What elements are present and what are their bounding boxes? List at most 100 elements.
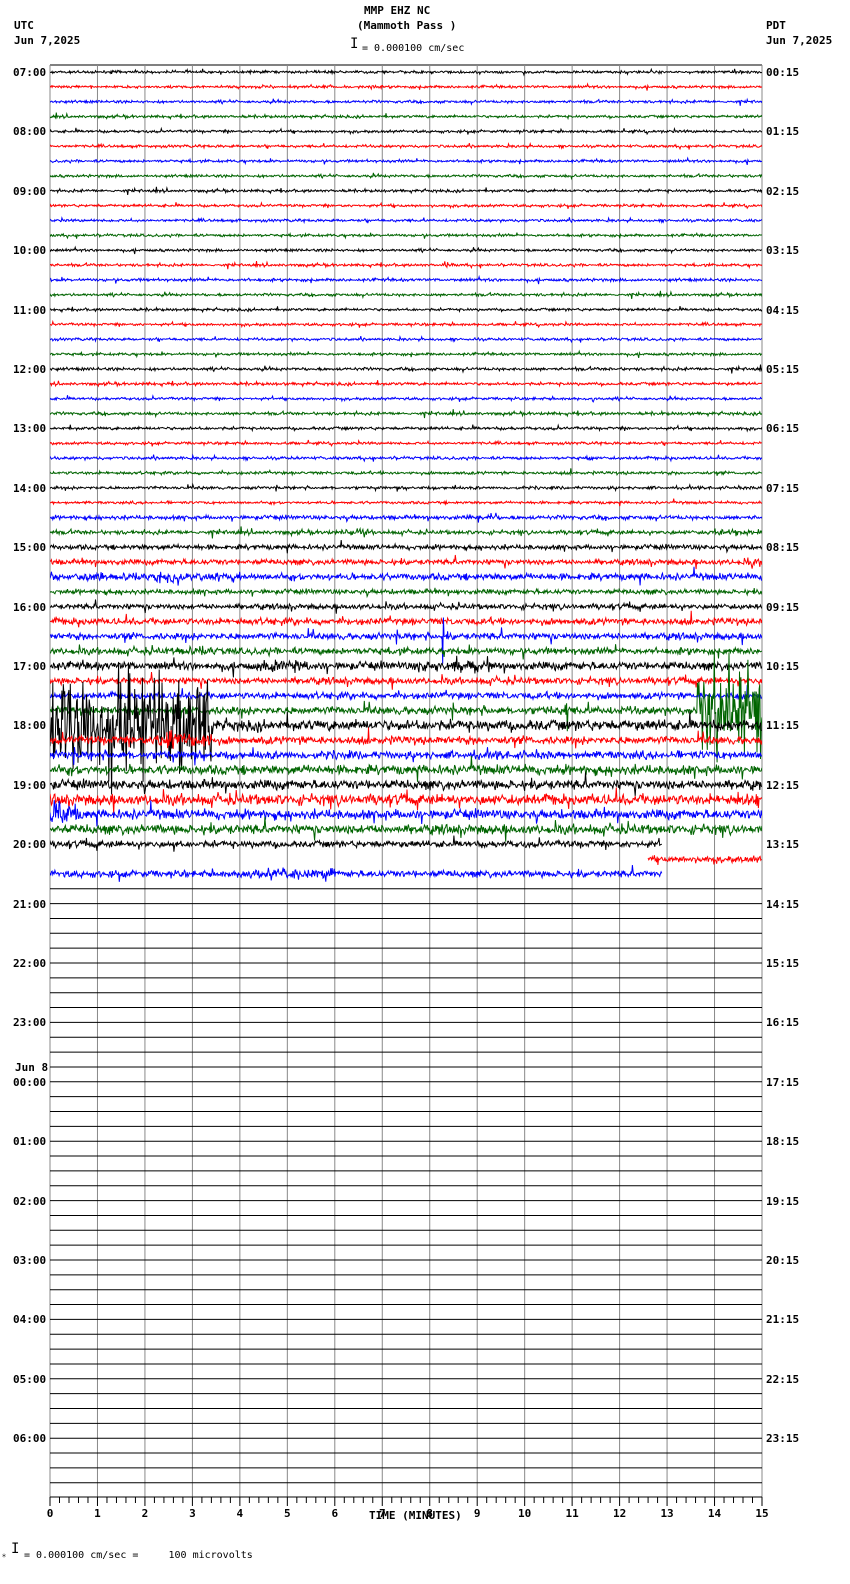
seismic-trace bbox=[50, 97, 762, 106]
utc-hour-label: 14:00 bbox=[13, 481, 47, 495]
x-tick-label: 6 bbox=[331, 1507, 338, 1520]
x-tick-label: 11 bbox=[566, 1507, 580, 1520]
seismic-trace bbox=[50, 644, 762, 660]
pdt-hour-label: 12:15 bbox=[766, 778, 800, 792]
seismic-trace bbox=[50, 231, 762, 240]
seismic-trace bbox=[50, 512, 762, 523]
seismic-trace bbox=[50, 438, 762, 447]
pdt-hour-label: 04:15 bbox=[766, 303, 800, 317]
x-tick-label: 9 bbox=[474, 1507, 481, 1520]
seismic-trace bbox=[50, 274, 762, 285]
utc-hour-label: 16:00 bbox=[13, 600, 47, 614]
seismic-trace bbox=[50, 423, 762, 433]
pdt-hour-label: 08:15 bbox=[766, 541, 800, 555]
seismic-trace bbox=[50, 526, 762, 539]
seismic-trace bbox=[50, 409, 762, 419]
utc-hour-label: 21:00 bbox=[13, 897, 47, 911]
seismic-trace bbox=[50, 394, 762, 403]
seismic-trace bbox=[50, 787, 762, 814]
pdt-hour-label: 06:15 bbox=[766, 422, 800, 436]
seismic-trace bbox=[50, 290, 762, 300]
seismic-trace bbox=[50, 599, 762, 614]
pdt-hour-label: 10:15 bbox=[766, 660, 800, 673]
utc-hour-label: 12:00 bbox=[13, 363, 47, 376]
x-tick-label: 13 bbox=[660, 1507, 673, 1520]
x-axis-label: TIME (MINUTES) bbox=[369, 1509, 462, 1522]
seismic-trace bbox=[50, 539, 762, 554]
utc-hour-label: 15:00 bbox=[13, 541, 47, 555]
utc-hour-label: 10:00 bbox=[13, 244, 47, 258]
seismic-trace bbox=[50, 186, 762, 195]
x-tick-label: 14 bbox=[708, 1507, 722, 1520]
footer-scale-icon: ⁎ bbox=[2, 1550, 6, 1559]
seismic-trace bbox=[50, 67, 762, 77]
seismic-trace bbox=[50, 587, 762, 599]
seismic-trace bbox=[50, 172, 762, 181]
pdt-hour-label: 03:15 bbox=[766, 244, 800, 258]
x-tick-label: 15 bbox=[755, 1507, 768, 1520]
footer-scale-bar-icon: I bbox=[11, 1541, 20, 1557]
seismic-trace bbox=[50, 835, 663, 852]
seismic-trace bbox=[50, 671, 762, 690]
pdt-hour-label: 07:15 bbox=[766, 481, 800, 495]
date-change-label: Jun 8 bbox=[15, 1060, 49, 1074]
utc-hour-label: 09:00 bbox=[13, 184, 47, 198]
utc-hour-label: 02:00 bbox=[13, 1194, 47, 1208]
helicorder-plot: 0 1 2 3 4 5 6 7 8 9 10 11 12 13 14 15 bbox=[47, 64, 769, 1520]
x-tick-label: 3 bbox=[189, 1507, 196, 1520]
utc-hour-label: 05:00 bbox=[13, 1372, 47, 1386]
pdt-hour-label: 01:15 bbox=[766, 125, 800, 139]
seismic-trace bbox=[50, 610, 762, 628]
seismic-trace bbox=[50, 379, 762, 388]
pdt-hour-label: 21:15 bbox=[766, 1313, 800, 1327]
pdt-hour-label: 16:15 bbox=[766, 1016, 800, 1030]
footer-scale-text: = 0.000100 cm/sec = 100 microvolts bbox=[24, 1550, 253, 1561]
x-tick-label: 12 bbox=[613, 1507, 626, 1520]
seismic-trace bbox=[50, 82, 762, 91]
pdt-hour-label: 02:15 bbox=[766, 184, 800, 198]
utc-hour-label: 19:00 bbox=[13, 778, 47, 792]
pdt-hour-label: 14:15 bbox=[766, 897, 800, 911]
pdt-hour-label: 09:15 bbox=[766, 600, 800, 614]
seismic-trace bbox=[50, 566, 762, 586]
seismic-trace bbox=[50, 364, 762, 374]
pdt-hour-label: 23:15 bbox=[766, 1432, 800, 1446]
seismic-trace bbox=[50, 319, 762, 329]
seismic-trace bbox=[50, 216, 762, 225]
utc-hour-label: 18:00 bbox=[13, 719, 47, 733]
seismic-trace bbox=[50, 349, 762, 359]
x-tick-label: 5 bbox=[284, 1507, 291, 1520]
seismic-trace bbox=[50, 453, 762, 463]
pdt-hour-label: 00:15 bbox=[766, 66, 800, 79]
x-tick-label: 4 bbox=[237, 1507, 244, 1520]
pdt-hour-label: 18:15 bbox=[766, 1135, 800, 1149]
seismic-trace bbox=[647, 854, 762, 866]
pdt-hour-label: 20:15 bbox=[766, 1254, 800, 1267]
utc-hour-label: 17:00 bbox=[13, 660, 47, 673]
seismic-trace bbox=[50, 245, 762, 255]
seismic-trace bbox=[50, 335, 762, 344]
seismic-trace bbox=[50, 554, 762, 570]
seismic-trace bbox=[50, 498, 762, 507]
seismic-trace bbox=[50, 772, 762, 796]
utc-hour-label: 13:00 bbox=[13, 422, 47, 436]
utc-hour-label: 08:00 bbox=[13, 125, 47, 139]
seismic-trace bbox=[50, 816, 762, 842]
x-tick-label: 10 bbox=[518, 1507, 531, 1520]
seismic-trace bbox=[50, 305, 762, 314]
utc-hour-label: 22:00 bbox=[13, 957, 47, 970]
utc-hour-label: 00:00 bbox=[13, 1075, 47, 1089]
pdt-hour-label: 05:15 bbox=[766, 363, 800, 376]
pdt-hour-label: 13:15 bbox=[766, 838, 800, 852]
x-tick-label: 1 bbox=[94, 1507, 101, 1520]
pdt-hour-label: 22:15 bbox=[766, 1372, 800, 1386]
utc-hour-label: 07:00 bbox=[13, 66, 47, 79]
utc-hour-label: 11:00 bbox=[13, 303, 47, 317]
seismic-trace bbox=[50, 260, 762, 270]
seismic-trace bbox=[50, 142, 762, 151]
seismic-trace bbox=[50, 482, 762, 493]
seismic-trace bbox=[50, 111, 762, 121]
seismic-trace bbox=[50, 201, 762, 210]
seismic-trace bbox=[50, 684, 762, 702]
seismic-trace bbox=[50, 156, 762, 166]
